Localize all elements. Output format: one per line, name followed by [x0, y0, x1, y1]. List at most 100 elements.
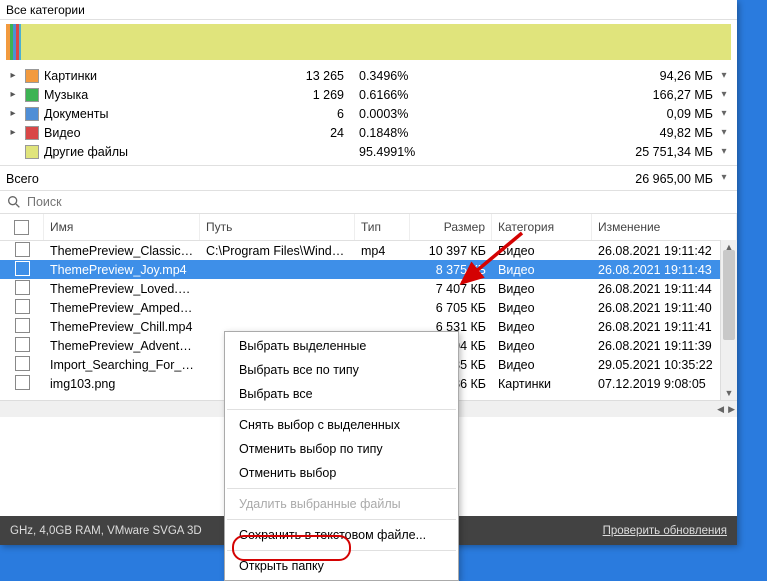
row-checkbox[interactable]: [0, 337, 44, 355]
col-type[interactable]: Тип: [355, 214, 410, 240]
col-category[interactable]: Категория: [492, 214, 592, 240]
category-name: Другие файлы: [44, 145, 274, 159]
row-checkbox[interactable]: [0, 280, 44, 298]
col-path[interactable]: Путь: [200, 214, 355, 240]
cell-category: Видео: [492, 263, 592, 277]
col-name[interactable]: Имя: [44, 214, 200, 240]
category-percent: 0.6166%: [359, 88, 429, 102]
cell-name: ThemePreview_Adventure...: [44, 339, 200, 353]
row-checkbox[interactable]: [0, 375, 44, 393]
category-name: Видео: [44, 126, 274, 140]
menu-item[interactable]: Выбрать все: [225, 382, 458, 406]
row-checkbox[interactable]: [0, 356, 44, 374]
category-percent: 95.4991%: [359, 145, 429, 159]
menu-separator: [227, 488, 456, 489]
scrollbar[interactable]: ▲ ▼: [720, 240, 737, 400]
color-swatch: [25, 69, 39, 83]
scroll-thumb[interactable]: [723, 250, 735, 340]
expand-icon[interactable]: ▸: [6, 127, 20, 138]
expand-icon[interactable]: ▸: [6, 89, 20, 100]
cell-category: Видео: [492, 339, 592, 353]
row-checkbox[interactable]: [0, 242, 44, 260]
category-count: 24: [274, 126, 359, 140]
menu-separator: [227, 519, 456, 520]
category-percent: 0.0003%: [359, 107, 429, 121]
chevron-down-icon[interactable]: ▾: [717, 127, 731, 138]
cell-date: 26.08.2021 19:11:43: [592, 263, 737, 277]
cell-type: mp4: [355, 244, 410, 258]
cell-name: Import_Searching_For_Ite...: [44, 358, 200, 372]
cell-category: Видео: [492, 282, 592, 296]
search-icon: [6, 194, 22, 210]
divider: [0, 165, 737, 166]
color-swatch: [25, 145, 39, 159]
chevron-down-icon[interactable]: ▾: [717, 146, 731, 157]
cell-name: ThemePreview_Chill.mp4: [44, 320, 200, 334]
category-count: 6: [274, 107, 359, 121]
menu-item[interactable]: Открыть папку: [225, 554, 458, 578]
chevron-down-icon[interactable]: ▾: [717, 108, 731, 119]
category-count: 13 265: [274, 69, 359, 83]
cell-category: Видео: [492, 358, 592, 372]
table-row[interactable]: ThemePreview_Classic.mp4C:\Program Files…: [0, 241, 737, 260]
category-row[interactable]: ▸Картинки13 2650.3496%94,26 МБ▾: [0, 66, 737, 85]
cell-name: ThemePreview_Classic.mp4: [44, 244, 200, 258]
category-size: 0,09 МБ: [603, 107, 717, 121]
table-row[interactable]: ThemePreview_AmpedUp...6 705 КБВидео26.0…: [0, 298, 737, 317]
cell-name: img103.png: [44, 377, 200, 391]
expand-icon[interactable]: ▸: [6, 108, 20, 119]
scroll-right-icon[interactable]: ▶: [728, 404, 735, 415]
col-size[interactable]: Размер: [410, 214, 492, 240]
total-size: 26 965,00 МБ: [635, 172, 717, 186]
cell-category: Видео: [492, 320, 592, 334]
row-checkbox[interactable]: [0, 261, 44, 279]
menu-item[interactable]: Снять выбор с выделенных: [225, 413, 458, 437]
category-row[interactable]: Другие файлы95.4991%25 751,34 МБ▾: [0, 142, 737, 161]
row-checkbox[interactable]: [0, 299, 44, 317]
menu-item[interactable]: Сохранить в текстовом файле...: [225, 523, 458, 547]
header-checkbox[interactable]: [0, 214, 44, 240]
table-row[interactable]: ThemePreview_Joy.mp48 375 КБВидео26.08.2…: [0, 260, 737, 279]
category-row[interactable]: ▸ Видео240.1848% 49,82 МБ▾: [0, 123, 737, 142]
menu-item[interactable]: Отменить выбор по типу: [225, 437, 458, 461]
chevron-down-icon[interactable]: ▾: [717, 172, 731, 186]
check-updates-link[interactable]: Проверить обновления: [603, 525, 727, 537]
category-size: 94,26 МБ: [603, 69, 717, 83]
cell-category: Картинки: [492, 377, 592, 391]
chevron-down-icon[interactable]: ▾: [717, 89, 731, 100]
cell-category: Видео: [492, 301, 592, 315]
context-menu: Выбрать выделенныеВыбрать все по типуВыб…: [224, 331, 459, 581]
category-table: ▸Картинки13 2650.3496%94,26 МБ▾▸Музыка1 …: [0, 66, 737, 161]
total-label: Всего: [6, 172, 635, 186]
scroll-down-icon[interactable]: ▼: [721, 386, 737, 400]
col-date[interactable]: Изменение: [592, 214, 737, 240]
category-row[interactable]: ▸Документы60.0003%0,09 МБ▾: [0, 104, 737, 123]
menu-item[interactable]: Выбрать все по типу: [225, 358, 458, 382]
table-row[interactable]: ThemePreview_Loved.mp47 407 КБВидео26.08…: [0, 279, 737, 298]
search-input[interactable]: [25, 194, 731, 210]
menu-separator: [227, 409, 456, 410]
category-percent: 0.3496%: [359, 69, 429, 83]
menu-item[interactable]: Выбрать выделенные: [225, 334, 458, 358]
scroll-left-icon[interactable]: ◀: [717, 404, 724, 415]
cell-name: ThemePreview_AmpedUp...: [44, 301, 200, 315]
category-percent: 0.1848%: [359, 126, 429, 140]
category-size: 166,27 МБ: [603, 88, 717, 102]
cell-path: C:\Program Files\Windows...: [200, 244, 355, 258]
colorbar-segment: [21, 24, 731, 60]
total-row: Всего 26 965,00 МБ ▾: [0, 168, 737, 190]
category-size: 49,82 МБ: [603, 126, 717, 140]
cell-size: 7 407 КБ: [410, 282, 492, 296]
cell-date: 07.12.2019 9:08:05: [592, 377, 737, 391]
cell-size: 10 397 КБ: [410, 244, 492, 258]
category-row[interactable]: ▸Музыка1 2690.6166%166,27 МБ▾: [0, 85, 737, 104]
category-name: Музыка: [44, 88, 274, 102]
chevron-down-icon[interactable]: ▾: [717, 70, 731, 81]
usage-color-bar: [6, 24, 731, 60]
grid-header: Имя Путь Тип Размер Категория Изменение: [0, 214, 737, 241]
cell-date: 26.08.2021 19:11:42: [592, 244, 737, 258]
expand-icon[interactable]: ▸: [6, 70, 20, 81]
row-checkbox[interactable]: [0, 318, 44, 336]
cell-date: 29.05.2021 10:35:22: [592, 358, 737, 372]
menu-item[interactable]: Отменить выбор: [225, 461, 458, 485]
